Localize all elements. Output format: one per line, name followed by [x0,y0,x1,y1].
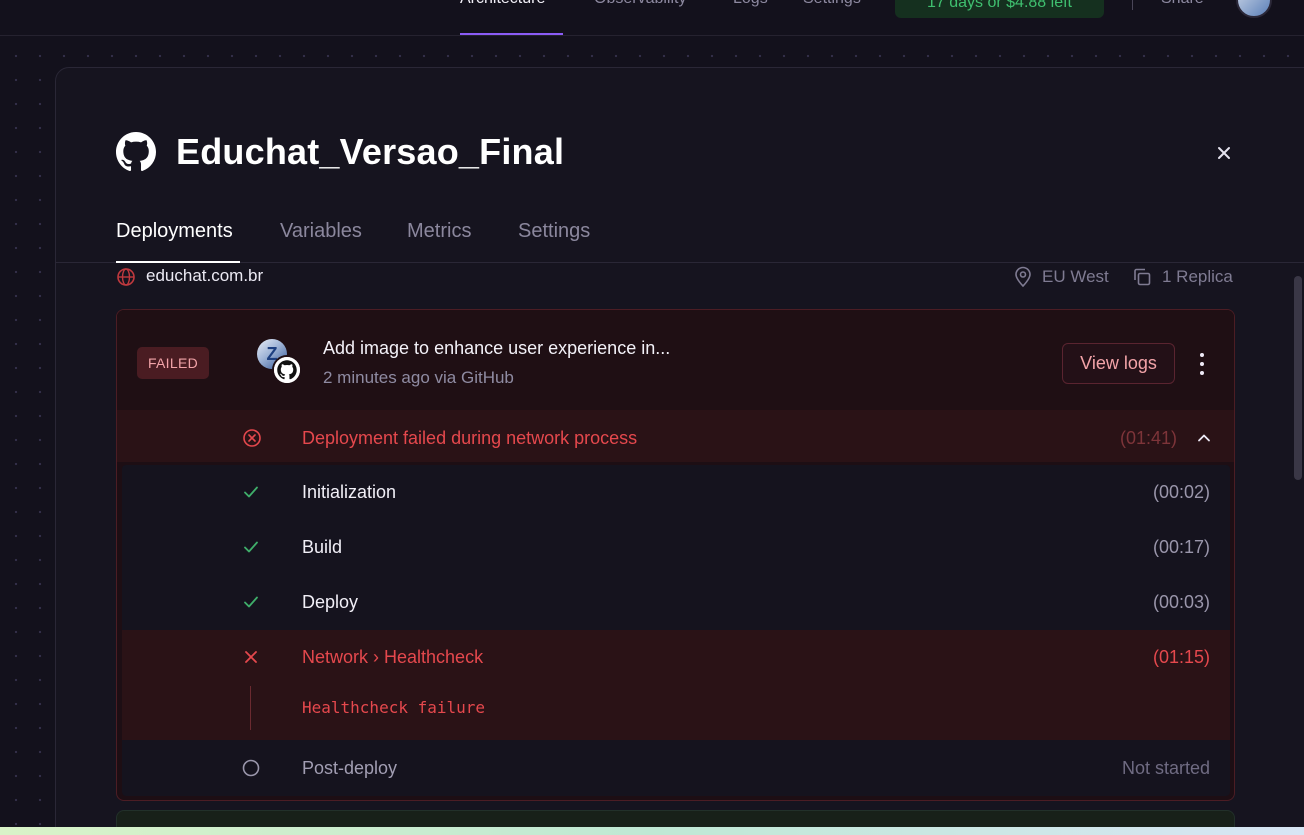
user-avatar[interactable] [1236,0,1272,18]
failure-message: Deployment failed during network process [302,428,638,448]
failure-duration: (01:41) [1120,428,1178,448]
check-icon [244,596,258,608]
step-name: Deploy [302,592,359,612]
github-icon [116,132,156,172]
github-avatar [272,355,302,385]
service-title: Educhat_Versao_Final [176,131,565,172]
globe-icon [117,268,135,286]
scrollbar[interactable] [1294,276,1302,480]
step-duration: (00:02) [1152,482,1210,502]
step-name: Post-deploy [302,758,398,778]
step-error-detail: Healthcheck failure [302,698,486,717]
trial-badge-label: 17 days or $4.88 left [927,0,1072,11]
step-duration: Not started [1121,758,1210,778]
check-icon [244,486,258,498]
step-build: Build (00:17) [122,520,1230,575]
github-icon [274,357,300,383]
view-logs-button[interactable]: View logs [1062,343,1175,384]
tab-metrics[interactable]: Metrics [407,220,471,243]
error-circle-icon [243,429,261,447]
nav-divider [1132,0,1133,10]
deployment-steps: Initialization (00:02) Build (00:17) Dep… [122,465,1230,796]
close-button[interactable] [1212,141,1236,165]
chevron-up-icon[interactable] [1196,430,1212,446]
step-post-deploy: Post-deploy Not started [122,741,1230,796]
log-connector-line [250,686,251,730]
top-navigation: Architecture Observability Logs Settings… [0,0,1304,36]
nav-tab-architecture[interactable]: Architecture [460,0,545,8]
tab-variables[interactable]: Variables [280,220,362,243]
tabs-divider [56,262,1304,263]
step-name: Build [302,537,343,557]
step-name: Initialization [302,482,397,502]
step-name: Network › Healthcheck [302,647,484,667]
nav-tab-settings[interactable]: Settings [803,0,861,8]
location-pin-icon [1015,266,1031,288]
replica-icon [1134,268,1151,286]
deployment-avatars: Z [257,339,305,387]
nav-tab-observability[interactable]: Observability [594,0,686,8]
region-label: EU West [1042,267,1109,286]
step-duration: (01:15) [1152,647,1210,667]
deployment-card: FAILED Z Add image to enhance user exper… [116,309,1235,801]
more-options-button[interactable] [1192,350,1212,378]
status-badge: FAILED [137,347,209,379]
active-tab-indicator [116,261,240,263]
service-domain-link[interactable]: educhat.com.br [146,266,263,286]
check-icon [244,541,258,553]
share-button[interactable]: Share [1161,0,1204,8]
step-initialization: Initialization (00:02) [122,465,1230,520]
replica-count: 1 Replica [1162,267,1233,286]
step-duration: (00:17) [1152,537,1210,557]
step-network-healthcheck[interactable]: Network › Healthcheck (01:15) Healthchec… [122,630,1230,740]
nav-tab-logs[interactable]: Logs [733,0,768,8]
service-info-row: educhat.com.br EU West 1 Replica [116,266,1236,288]
empty-circle-icon [242,759,260,777]
commit-meta: 2 minutes ago via GitHub [323,368,514,387]
commit-message[interactable]: Add image to enhance user experience in.… [323,338,670,359]
tab-deployments[interactable]: Deployments [116,220,233,243]
x-icon [245,651,257,663]
close-icon [1218,147,1230,159]
failure-summary-row[interactable] [117,410,1234,462]
tab-settings[interactable]: Settings [518,220,590,243]
trial-badge[interactable]: 17 days or $4.88 left [895,0,1104,18]
nav-active-indicator [460,33,563,35]
step-duration: (00:03) [1152,592,1210,612]
step-deploy: Deploy (00:03) [122,575,1230,630]
bottom-edge [0,827,1304,835]
